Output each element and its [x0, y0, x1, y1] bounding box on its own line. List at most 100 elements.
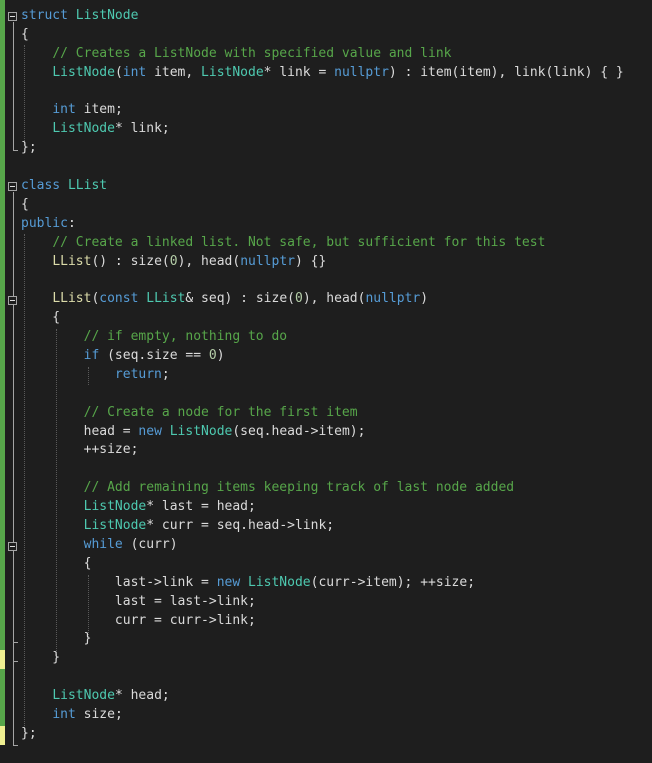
code-token: -> — [302, 423, 319, 439]
code-line[interactable]: last = last->link; — [21, 593, 651, 612]
code-token: ); — [349, 423, 366, 439]
code-line[interactable]: ListNode(int item, ListNode* link = null… — [21, 64, 651, 83]
code-token: ( — [161, 253, 170, 269]
code-lines[interactable]: struct ListNode{ // Creates a ListNode w… — [21, 7, 651, 744]
code-line[interactable]: { — [21, 555, 651, 574]
code-line[interactable]: ListNode* head; — [21, 687, 651, 706]
code-line[interactable]: public: — [21, 215, 651, 234]
code-line[interactable]: { — [21, 309, 651, 328]
code-line[interactable]: // Add remaining items keeping track of … — [21, 479, 651, 498]
code-token: ; — [161, 121, 170, 137]
code-token: (seq. — [232, 423, 272, 439]
code-line[interactable]: } — [21, 630, 651, 649]
collapse-icon[interactable] — [8, 296, 17, 305]
code-token: LList — [67, 178, 108, 194]
code-line[interactable]: } — [21, 649, 651, 668]
code-line[interactable]: LList() : size(0), head(nullptr) {} — [21, 253, 651, 272]
code-line[interactable]: ListNode* curr = seq.head->link; — [21, 517, 651, 536]
code-token: (seq. — [99, 348, 147, 364]
code-token: item — [420, 64, 452, 80]
code-line[interactable]: ++size; — [21, 441, 651, 460]
collapse-icon[interactable] — [8, 542, 17, 551]
code-token: last — [114, 574, 147, 590]
code-token: item — [318, 423, 350, 439]
code-token: -> — [146, 574, 162, 590]
code-line[interactable]: int size; — [21, 706, 651, 725]
code-token: link — [216, 593, 248, 609]
code-line[interactable]: class LList — [21, 177, 651, 196]
code-token: ListNode — [83, 518, 147, 534]
code-line[interactable]: // Create a linked list. Not safe, but s… — [21, 234, 651, 253]
code-token: } — [21, 650, 61, 666]
code-token: ); ++ — [396, 574, 436, 590]
code-token: size — [130, 253, 162, 269]
fold-end — [13, 745, 18, 746]
code-token: ListNode — [52, 688, 115, 704]
code-line[interactable] — [21, 460, 651, 479]
code-line[interactable]: { — [21, 26, 651, 45]
code-line[interactable]: return; — [21, 366, 651, 385]
code-token: last — [114, 593, 147, 609]
code-token: ListNode — [52, 64, 115, 80]
code-line[interactable] — [21, 385, 651, 404]
code-token: (link) { } — [545, 64, 624, 80]
code-token: while — [83, 536, 123, 552]
code-token: size — [99, 442, 131, 458]
code-token: size — [146, 348, 178, 364]
collapse-icon[interactable] — [8, 182, 17, 191]
code-line[interactable]: last->link = new ListNode(curr->item); +… — [21, 574, 651, 593]
code-line[interactable]: while (curr) — [21, 536, 651, 555]
code-line[interactable]: }; — [21, 725, 651, 744]
code-line[interactable]: // Creates a ListNode with specified val… — [21, 45, 651, 64]
code-token: ; — [326, 518, 335, 534]
code-token: ), — [302, 291, 327, 307]
code-line[interactable]: int item; — [21, 101, 651, 120]
code-token: = — [146, 612, 170, 628]
code-token: int — [122, 64, 147, 80]
code-line[interactable]: struct ListNode — [21, 7, 651, 26]
code-line[interactable]: ListNode* link; — [21, 120, 651, 139]
code-token: & seq) : — [185, 291, 256, 307]
code-line[interactable] — [21, 668, 651, 687]
code-line[interactable]: ListNode* last = head; — [21, 498, 651, 517]
code-token: -> — [279, 518, 295, 534]
code-line[interactable] — [21, 271, 651, 290]
code-line[interactable]: LList(const LList& seq) : size(0), head(… — [21, 290, 651, 309]
code-token: { — [21, 196, 29, 212]
fold-line — [13, 22, 14, 150]
code-line[interactable]: // if empty, nothing to do — [21, 328, 651, 347]
code-token: head — [130, 688, 162, 704]
code-token: link — [294, 518, 327, 534]
code-token: head — [248, 518, 280, 534]
code-token: () : — [91, 253, 131, 269]
code-line[interactable] — [21, 83, 651, 102]
code-line[interactable]: curr = curr->link; — [21, 612, 651, 631]
collapse-icon[interactable] — [8, 12, 17, 21]
code-token: ), — [177, 253, 202, 269]
code-token: ++ — [21, 442, 100, 458]
code-line[interactable] — [21, 158, 651, 177]
code-token: last — [161, 499, 194, 515]
code-line[interactable]: head = new ListNode(seq.head->item); — [21, 423, 651, 442]
code-token: ; — [248, 612, 256, 628]
code-line[interactable]: // Create a node for the first item — [21, 404, 651, 423]
code-editor[interactable]: struct ListNode{ // Creates a ListNode w… — [0, 0, 652, 763]
code-token: 0 — [294, 291, 303, 307]
code-token: link — [161, 574, 194, 590]
code-token: == — [177, 348, 209, 364]
code-token: }; — [21, 725, 37, 741]
code-line[interactable]: if (seq.size == 0) — [21, 347, 651, 366]
code-token: // Create a node for the first item — [83, 404, 358, 420]
code-token: head — [216, 499, 249, 515]
code-line[interactable]: }; — [21, 139, 651, 158]
code-line[interactable]: { — [21, 196, 651, 215]
